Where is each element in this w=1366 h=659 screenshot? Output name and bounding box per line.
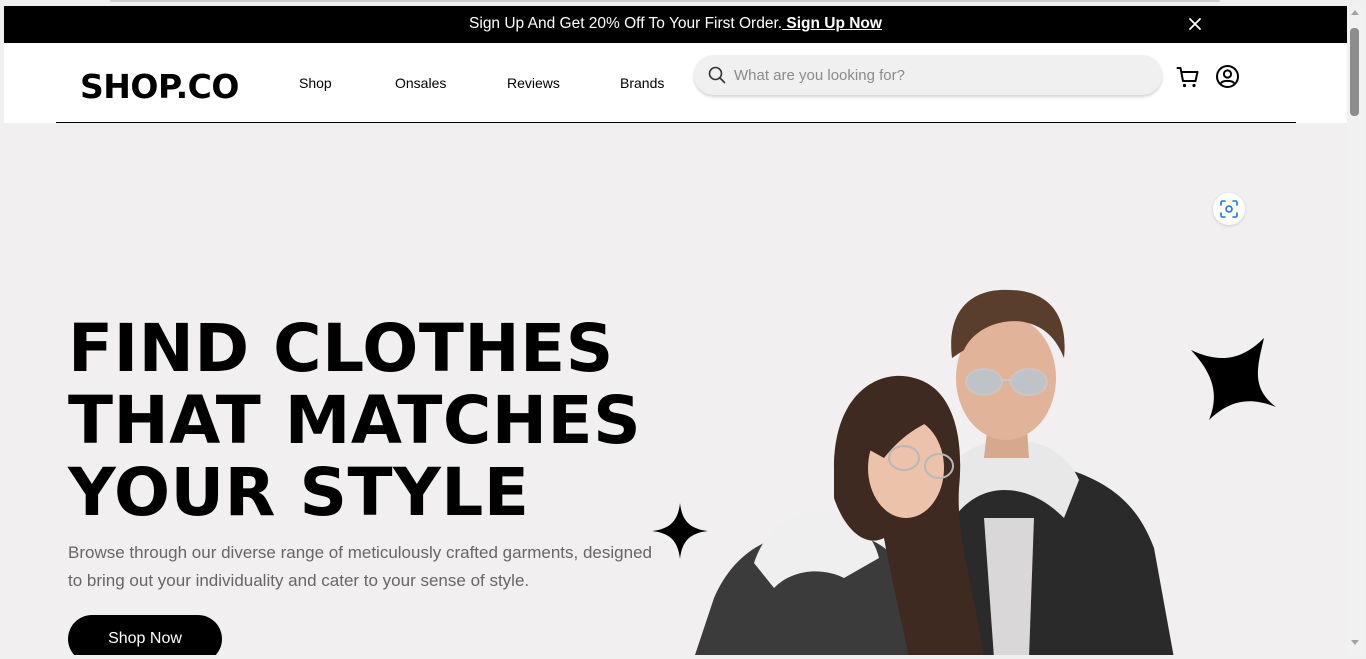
promo-signup-link[interactable]: Sign Up Now [782,15,882,32]
cart-icon[interactable] [1176,65,1200,89]
shop-now-button[interactable]: Shop Now [68,615,222,655]
hero-subtext: Browse through our diverse range of meti… [68,543,652,590]
hero-section: FIND CLOTHES THAT MATCHES YOUR STYLE Bro… [4,123,1347,655]
user-icon[interactable] [1215,64,1240,89]
promo-message: Sign Up And Get 20% Off To Your First Or… [469,15,783,32]
search-input[interactable] [734,55,1144,95]
couple-photo [695,289,1174,655]
site-header: SHOP.CO Shop Onsales Reviews Brands [4,43,1347,123]
promo-bar: Sign Up And Get 20% Off To Your First Or… [4,6,1347,43]
headline-line-2: THAT MATCHES [68,382,642,459]
sparkle-star-icon [1191,338,1276,420]
visual-search-icon [1220,200,1238,218]
search-icon [708,66,726,84]
headline-line-3: YOUR STYLE [68,454,530,531]
nav-item-onsales[interactable]: Onsales [395,75,446,91]
page-viewport: Sign Up And Get 20% Off To Your First Or… [4,6,1347,655]
headline-line-1: FIND CLOTHES [68,310,614,387]
scroll-down-arrow-icon[interactable] [1351,640,1359,645]
vertical-scrollbar[interactable] [1347,6,1362,655]
nav-item-reviews[interactable]: Reviews [507,75,560,91]
hero-headline: FIND CLOTHES THAT MATCHES YOUR STYLE [68,313,641,529]
top-edge-line [110,0,1220,2]
logo[interactable]: SHOP.CO [80,67,239,106]
search-bar[interactable] [694,55,1162,95]
sparkle-star-icon [652,503,708,559]
nav-item-shop[interactable]: Shop [299,75,332,91]
scroll-up-arrow-icon[interactable] [1351,10,1359,15]
visual-search-button[interactable] [1213,193,1245,225]
close-icon[interactable] [1186,15,1204,33]
scrollbar-thumb[interactable] [1350,28,1359,116]
browser-frame: Sign Up And Get 20% Off To Your First Or… [0,0,1366,659]
nav-item-brands[interactable]: Brands [620,75,664,91]
promo-text: Sign Up And Get 20% Off To Your First Or… [4,15,1347,33]
